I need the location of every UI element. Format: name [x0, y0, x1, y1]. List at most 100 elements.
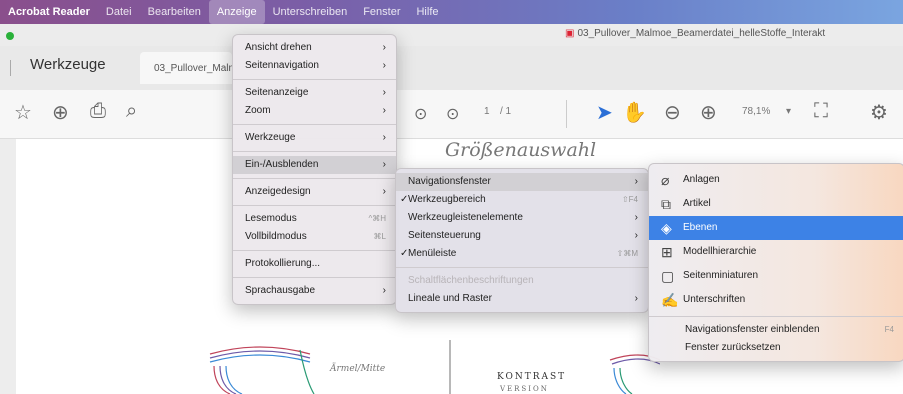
- menu-item-label: Ein-/Ausblenden: [245, 159, 319, 170]
- menu-item-label: Modellhierarchie: [683, 246, 757, 257]
- signature-icon: ✍: [661, 292, 679, 308]
- menu-separator: [233, 178, 396, 179]
- menu-item-anlagen[interactable]: ⌀ Anlagen: [649, 168, 903, 192]
- menu-fenster[interactable]: Fenster: [355, 0, 408, 24]
- tools-icon[interactable]: ⚙: [870, 100, 888, 125]
- page-down-icon[interactable]: ⊙: [446, 104, 459, 124]
- chevron-right-icon: ›: [382, 105, 386, 116]
- menu-item-fenster-zuruecksetzen[interactable]: Fenster zurücksetzen: [649, 339, 903, 357]
- navigationsfenster-submenu: ⌀ Anlagen ⧉ Artikel ◈ Ebenen ⊞ Modellhierarc…: [648, 163, 903, 362]
- tab-document-label: 03_Pullover_Malmoe: [154, 63, 232, 74]
- search-icon[interactable]: ⌕: [126, 100, 137, 123]
- menu-item-werkzeugbereich[interactable]: ✓ Werkzeugbereich ⇧F4: [396, 191, 648, 209]
- checkmark-icon: ✓: [400, 248, 409, 259]
- model-tree-icon: ⊞: [661, 244, 673, 260]
- pdf-file-icon: ▣: [565, 28, 575, 39]
- menu-item-anzeigedesign[interactable]: Anzeigedesign ›: [233, 183, 396, 201]
- upload-icon[interactable]: ⊕: [52, 100, 69, 125]
- zoom-level[interactable]: 78,1%: [742, 106, 770, 117]
- menu-bearbeiten[interactable]: Bearbeiten: [140, 0, 209, 24]
- pattern-note: Ärmel/Mitte: [330, 364, 386, 374]
- menu-separator: [233, 79, 396, 80]
- kontrast-sublabel: VERSION: [500, 385, 549, 393]
- menu-item-label: Vollbildmodus: [245, 231, 307, 242]
- menu-item-label: Seitennavigation: [245, 60, 319, 71]
- menu-item-menueleiste[interactable]: ✓ Menüleiste ⇧⌘M: [396, 245, 648, 263]
- menu-item-navigationsfenster[interactable]: Navigationsfenster ›: [396, 173, 648, 191]
- chevron-right-icon: ›: [634, 293, 638, 304]
- menu-item-seitennavigation[interactable]: Seitennavigation ›: [233, 57, 396, 75]
- menu-item-label: Seitenminiaturen: [683, 270, 759, 281]
- menu-item-label: Seitenanzeige: [245, 87, 309, 98]
- chevron-right-icon: ›: [382, 87, 386, 98]
- menu-item-unterschriften[interactable]: ✍ Unterschriften: [649, 288, 903, 312]
- page-thumbnails-icon: ▢: [661, 268, 675, 284]
- menu-separator: [396, 267, 648, 268]
- fit-page-icon[interactable]: ⛶: [814, 100, 828, 123]
- chevron-right-icon: ›: [382, 42, 386, 53]
- star-icon[interactable]: ☆: [14, 100, 32, 125]
- print-icon[interactable]: ⎙: [90, 100, 106, 123]
- page-up-icon[interactable]: ⊙: [414, 104, 427, 124]
- menu-hilfe[interactable]: Hilfe: [408, 0, 446, 24]
- shortcut-label: ⇧⌘M: [616, 249, 638, 258]
- document-title: ▣ 03_Pullover_Malmoe_Beamerdatei_helleSto…: [565, 28, 825, 39]
- menu-item-label: Fenster zurücksetzen: [685, 342, 781, 353]
- menu-item-seitenanzeige[interactable]: Seitenanzeige ›: [233, 84, 396, 102]
- menu-separator: [233, 250, 396, 251]
- menu-separator: [233, 205, 396, 206]
- menu-separator: [233, 151, 396, 152]
- menu-item-protokollierung[interactable]: Protokollierung...: [233, 255, 396, 273]
- tab-divider: [10, 60, 11, 76]
- menu-item-label: Lesemodus: [245, 213, 297, 224]
- shortcut-label: ⇧F4: [621, 195, 638, 204]
- chevron-right-icon: ›: [634, 176, 638, 187]
- menu-item-modellhierarchie[interactable]: ⊞ Modellhierarchie: [649, 240, 903, 264]
- menu-item-werkzeuge[interactable]: Werkzeuge ›: [233, 129, 396, 147]
- handwritten-heading: Größenauswahl: [445, 139, 597, 161]
- window-zoom-button[interactable]: [6, 32, 14, 40]
- zoom-in-icon[interactable]: ⊕: [700, 100, 717, 125]
- menu-item-label: Anzeigedesign: [245, 186, 311, 197]
- page-current[interactable]: 1: [484, 106, 490, 117]
- tab-document[interactable]: 03_Pullover_Malmoe: [140, 52, 232, 84]
- menu-item-label: Menüleiste: [408, 248, 457, 259]
- menu-item-label: Schaltflächenbeschriftungen: [408, 275, 534, 286]
- menu-item-label: Ebenen: [683, 222, 718, 233]
- menu-item-vollbildmodus[interactable]: Vollbildmodus ⌘L: [233, 228, 396, 246]
- menu-separator: [649, 316, 903, 317]
- menu-item-label: Protokollierung...: [245, 258, 321, 269]
- article-icon: ⧉: [661, 196, 671, 212]
- document-title-text: 03_Pullover_Malmoe_Beamerdatei_helleStof…: [577, 28, 826, 39]
- menu-item-artikel[interactable]: ⧉ Artikel: [649, 192, 903, 216]
- menu-acrobat-reader[interactable]: Acrobat Reader: [0, 0, 98, 24]
- menu-item-ebenen[interactable]: ◈ Ebenen: [649, 216, 903, 240]
- menu-item-sprachausgabe[interactable]: Sprachausgabe ›: [233, 282, 396, 300]
- menu-item-werkzeugleistenelemente[interactable]: Werkzeugleistenelemente ›: [396, 209, 648, 227]
- menu-item-lineale-und-raster[interactable]: Lineale und Raster ›: [396, 290, 648, 308]
- menu-item-lesemodus[interactable]: Lesemodus ^⌘H: [233, 210, 396, 228]
- zoom-out-icon[interactable]: ⊖: [664, 100, 681, 125]
- menu-item-ein-ausblenden[interactable]: Ein-/Ausblenden ›: [233, 156, 396, 174]
- menu-item-ansicht-drehen[interactable]: Ansicht drehen ›: [233, 39, 396, 57]
- menu-item-navigationsfenster-einblenden[interactable]: Navigationsfenster einblenden F4: [649, 321, 903, 339]
- menu-unterschreiben[interactable]: Unterschreiben: [265, 0, 356, 24]
- menu-item-label: Navigationsfenster: [408, 176, 491, 187]
- shortcut-label: ^⌘H: [368, 214, 386, 223]
- hand-icon[interactable]: ✋: [622, 100, 647, 125]
- menu-item-label: Artikel: [683, 198, 711, 209]
- select-cursor-icon[interactable]: ➤: [596, 100, 613, 125]
- zoom-dropdown-icon[interactable]: ▾: [786, 106, 791, 117]
- chevron-right-icon: ›: [634, 212, 638, 223]
- menu-item-seitenminiaturen[interactable]: ▢ Seitenminiaturen: [649, 264, 903, 288]
- menu-item-label: Werkzeugbereich: [408, 194, 486, 205]
- menu-item-label: Anlagen: [683, 174, 720, 185]
- sewing-pattern-lines: [209, 340, 660, 394]
- menu-item-seitensteuerung[interactable]: Seitensteuerung ›: [396, 227, 648, 245]
- menu-datei[interactable]: Datei: [98, 0, 140, 24]
- main-toolbar: ☆ ⊕ ⎙ ⌕ ⊙ ⊙ 1 / 1 ➤ ✋ ⊖ ⊕ 78,1% ▾ ⛶ ⚙: [0, 90, 903, 139]
- tab-werkzeuge[interactable]: Werkzeuge: [30, 56, 106, 73]
- menu-item-zoom[interactable]: Zoom ›: [233, 102, 396, 120]
- ein-ausblenden-submenu: Navigationsfenster › ✓ Werkzeugbereich ⇧F4 …: [395, 168, 649, 313]
- menu-anzeige[interactable]: Anzeige: [208, 0, 265, 24]
